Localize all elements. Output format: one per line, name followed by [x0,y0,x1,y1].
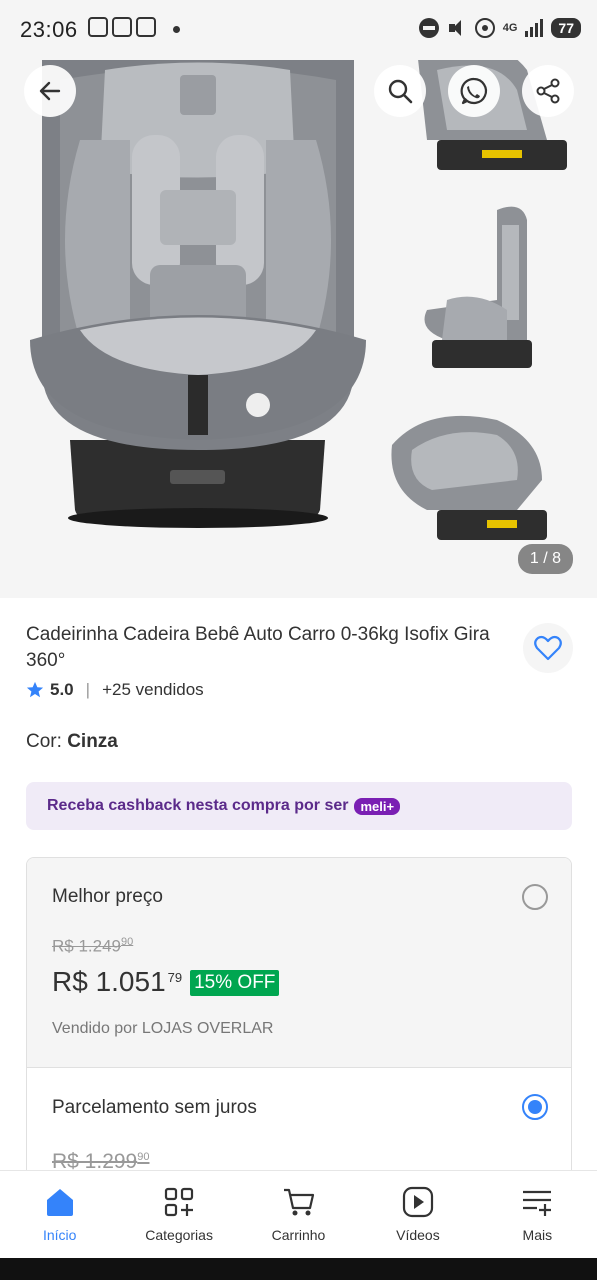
option-title: Melhor preço [52,886,163,907]
nav-home[interactable]: Início [0,1171,119,1258]
star-icon [26,681,44,698]
signal-icon [525,19,544,37]
status-time: 23:06 [20,17,78,42]
best-price-radio[interactable] [522,884,548,910]
nav-label: Mais [522,1227,553,1243]
meli-plus-badge: meli+ [354,797,401,815]
nav-label: Categorias [145,1227,213,1243]
hotspot-icon [474,18,495,38]
original-price: R$ 1.24990 [52,936,134,956]
notification-icon [88,17,108,37]
seller-info[interactable]: Vendido por LOJAS OVERLAR [52,1020,273,1038]
nav-label: Início [42,1227,77,1243]
option-title: Parcelamento sem juros [52,1097,257,1118]
gallery-counter: 1 / 8 [517,544,573,574]
bottom-navigation: Início Categorias Carrinho Vídeos Mais [0,1170,597,1258]
more-icon [523,1190,552,1216]
arrow-left-icon [39,81,61,101]
discount-badge: 15% OFF [190,970,280,996]
separator: | [85,680,91,699]
whatsapp-share-button[interactable] [448,65,500,117]
buy-options: Melhor preço R$ 1.24990 R$ 1.051 79 15% O… [26,857,572,1187]
notification-icon [136,17,156,37]
current-price: R$ 1.051 79 15% OFF [52,966,280,998]
rating-value: 5.0 [50,680,74,699]
do-not-disturb-icon [418,18,439,38]
search-icon [388,79,413,104]
cashback-text: Receba cashback nesta compra por ser [47,797,349,814]
nav-label: Carrinho [271,1227,326,1243]
mute-icon [447,18,467,38]
product-gallery[interactable]: 1 / 8 [0,0,597,598]
home-icon [46,1189,73,1216]
rating-row[interactable]: 5.0 | +25 vendidos [26,680,204,700]
nav-more[interactable]: Mais [478,1171,597,1258]
product-thumbnail[interactable] [387,390,577,570]
product-main-image[interactable] [20,40,375,560]
product-title: Cadeirinha Cadeira Bebê Auto Carro 0-36k… [26,624,490,671]
installments-radio[interactable] [522,1094,548,1120]
search-button[interactable] [374,65,426,117]
nav-videos[interactable]: Vídeos [358,1171,477,1258]
color-selector[interactable]: Cor: Cinza [26,731,118,753]
color-value: Cinza [67,731,118,752]
heart-icon [534,635,562,661]
share-icon [536,78,560,104]
cashback-banner[interactable]: Receba cashback nesta compra por ser mel… [26,782,572,830]
system-navigation-bar [0,1258,597,1280]
nav-cart[interactable]: Carrinho [239,1171,358,1258]
notification-icons [88,17,156,37]
product-info: Cadeirinha Cadeira Bebê Auto Carro 0-36k… [26,622,516,674]
nav-label: Vídeos [396,1227,440,1243]
sold-count: +25 vendidos [102,680,204,699]
video-icon [402,1186,434,1218]
more-notifications-dot [173,26,180,33]
categories-icon [165,1187,194,1217]
network-type: 4G [502,22,518,34]
product-thumbnail[interactable] [387,200,577,380]
battery-level: 77 [551,18,581,38]
whatsapp-icon [460,77,488,105]
cart-icon [283,1188,314,1216]
color-label: Cor: [26,731,62,752]
favorite-button[interactable] [523,623,573,673]
notification-icon [112,17,132,37]
share-button[interactable] [522,65,574,117]
back-button[interactable] [24,65,76,117]
status-bar: 23:06 4G 77 [0,0,597,60]
nav-categories[interactable]: Categorias [119,1171,238,1258]
best-price-option[interactable]: Melhor preço R$ 1.24990 R$ 1.051 79 15% O… [27,858,571,1068]
